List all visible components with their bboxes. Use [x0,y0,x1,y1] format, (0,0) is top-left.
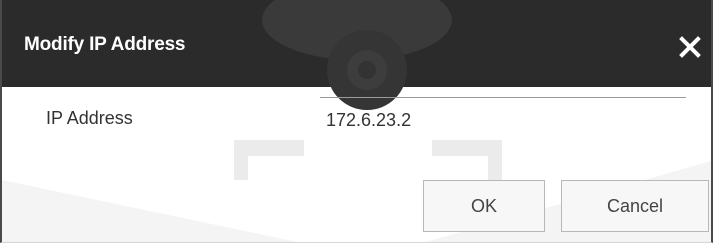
ok-button[interactable]: OK [423,180,545,232]
close-icon [679,36,701,58]
ip-address-input[interactable] [320,97,686,137]
cancel-button[interactable]: Cancel [561,180,709,232]
modify-ip-dialog: Modify IP Address IP Address OK Cancel [0,0,713,243]
close-button[interactable] [673,30,707,64]
dialog-title-bar[interactable]: Modify IP Address [2,0,711,110]
dialog-title: Modify IP Address [24,34,186,55]
ip-address-label: IP Address [46,108,133,128]
